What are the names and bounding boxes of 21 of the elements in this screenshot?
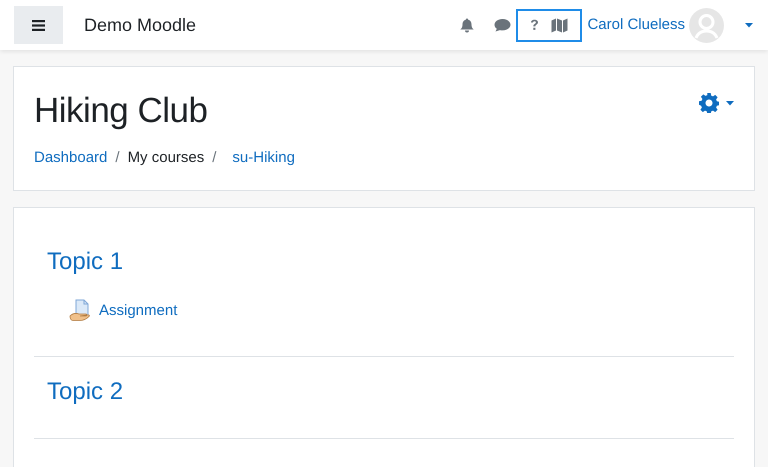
- breadcrumb-separator: /: [212, 148, 216, 168]
- caret-icon[interactable]: [745, 22, 753, 28]
- topic-title[interactable]: Topic 2: [47, 376, 721, 408]
- chat-icon[interactable]: [494, 18, 512, 32]
- menu-icon: [32, 20, 45, 30]
- user-name[interactable]: Carol Clueless: [587, 14, 685, 36]
- breadcrumb-link[interactable]: Dashboard: [34, 147, 108, 170]
- settings-icon[interactable]: [699, 93, 719, 113]
- breadcrumb-link[interactable]: su-Hiking: [232, 147, 295, 170]
- bell-icon[interactable]: [460, 18, 474, 32]
- breadcrumb-separator: /: [115, 148, 120, 168]
- question-mark-icon[interactable]: [530, 19, 540, 31]
- menu-button[interactable]: [14, 6, 63, 44]
- activity-link[interactable]: Assignment: [99, 300, 178, 322]
- caret-icon[interactable]: [726, 100, 734, 106]
- topic-title[interactable]: Topic 1: [47, 246, 721, 278]
- breadcrumb-item: My courses: [128, 148, 204, 168]
- assignment-icon: [69, 299, 93, 323]
- course-title: Hiking Club: [34, 90, 208, 132]
- map-icon[interactable]: [551, 18, 568, 32]
- site-name[interactable]: Demo Moodle: [84, 12, 196, 38]
